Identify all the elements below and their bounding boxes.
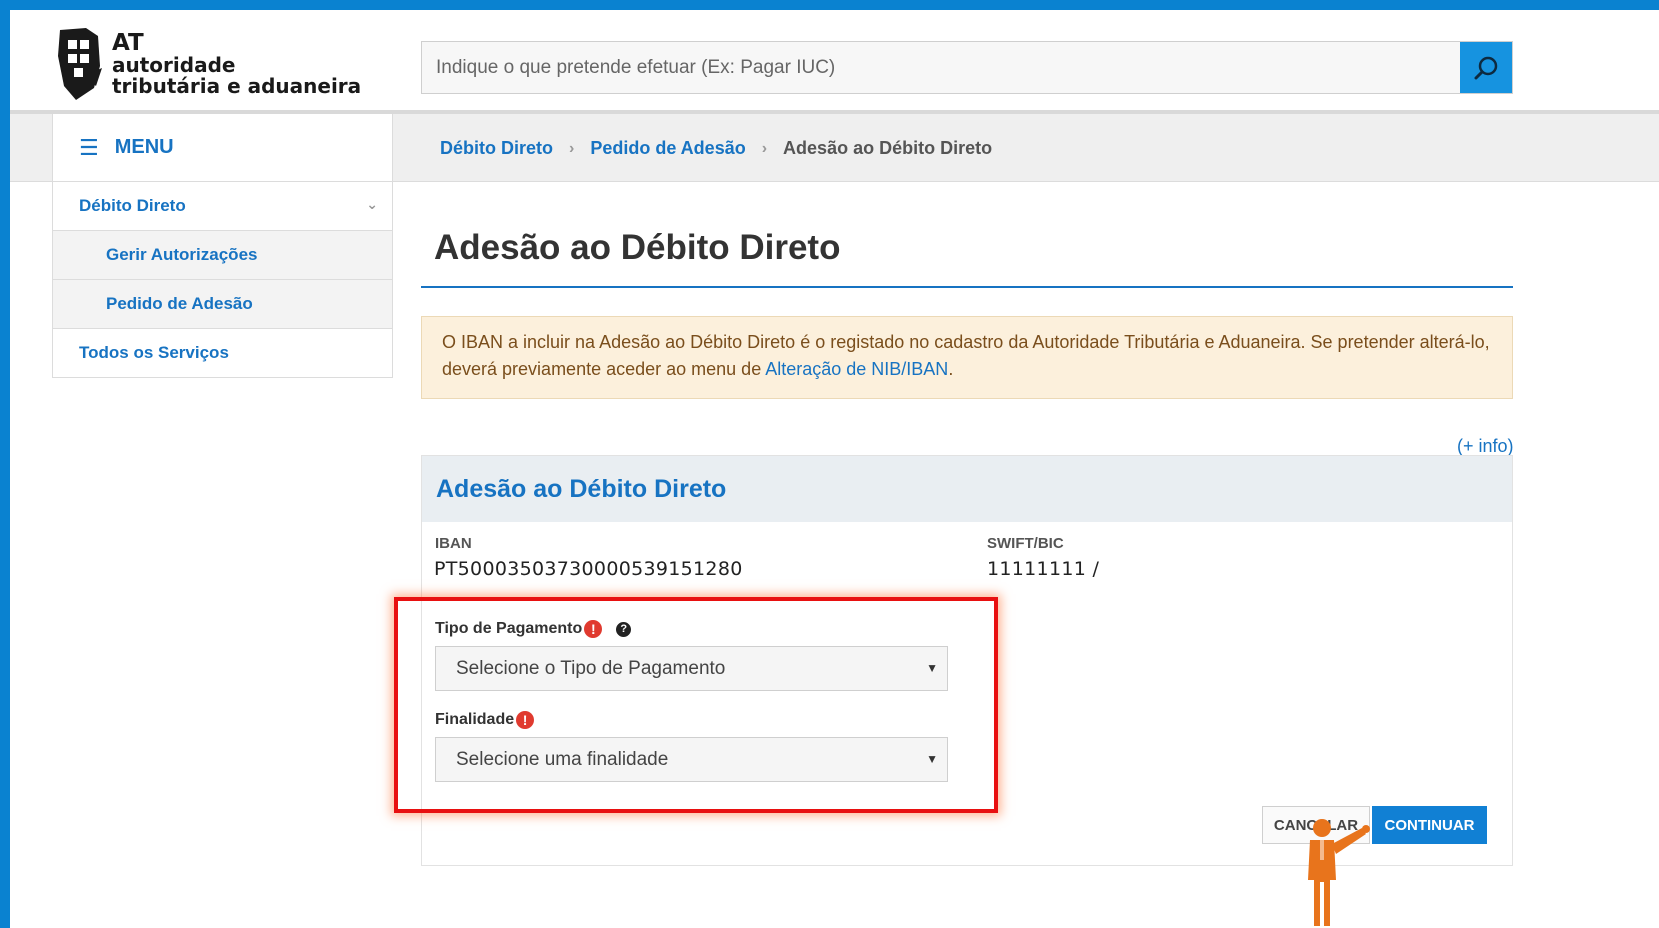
info-alert: O IBAN a incluir na Adesão ao Débito Dir… xyxy=(421,316,1513,399)
annotation-highlight-box xyxy=(394,597,998,813)
breadcrumb-current: Adesão ao Débito Direto xyxy=(783,138,993,158)
iban-value: PT50003503730000539151280 xyxy=(434,558,743,580)
breadcrumb-item[interactable]: Pedido de Adesão xyxy=(590,138,745,159)
panel-title: Adesão ao Débito Direto xyxy=(422,456,1512,522)
sidebar-item-label: Débito Direto xyxy=(79,196,186,215)
logo-line-3: tributária e aduaneira xyxy=(112,74,362,99)
page-title: Adesão ao Débito Direto xyxy=(434,228,841,267)
iban-label: IBAN xyxy=(435,535,472,552)
search-input[interactable] xyxy=(422,42,1460,93)
more-info-link[interactable]: (+ info) xyxy=(1457,436,1514,457)
site-header: AT autoridade tributária e aduaneira xyxy=(10,10,1659,114)
alteracao-iban-link[interactable]: Alteração de NIB/IBAN xyxy=(765,359,948,379)
search-bar xyxy=(421,41,1513,94)
search-icon xyxy=(1474,56,1498,79)
alert-text: O IBAN a incluir na Adesão ao Débito Dir… xyxy=(442,332,1490,379)
breadcrumb: Débito Direto › Pedido de Adesão › Adesã… xyxy=(440,138,992,159)
sidebar-item-label: Gerir Autorizações xyxy=(106,245,258,264)
sidebar-item-pedido-adesao[interactable]: Pedido de Adesão xyxy=(53,279,392,328)
page-frame: AT autoridade tributária e aduaneira ☰ M… xyxy=(10,10,1659,928)
swift-label: SWIFT/BIC xyxy=(987,535,1064,552)
breadcrumb-item[interactable]: Débito Direto xyxy=(440,138,553,159)
search-button[interactable] xyxy=(1460,42,1512,93)
hamburger-icon: ☰ xyxy=(79,134,99,160)
sidebar-item-label: Todos os Serviços xyxy=(79,343,229,362)
logo-text: AT autoridade tributária e aduaneira xyxy=(112,31,361,97)
swift-value: 11111111 / xyxy=(987,558,1100,580)
logo-line-1: AT xyxy=(112,29,144,56)
chevron-right-icon: › xyxy=(569,139,575,157)
menu-label: MENU xyxy=(114,136,174,158)
sidebar-item-gerir-autorizacoes[interactable]: Gerir Autorizações xyxy=(53,230,392,279)
chevron-down-icon: ⌄ xyxy=(366,196,378,212)
sidebar-item-todos-servicos[interactable]: Todos os Serviços xyxy=(53,328,392,377)
title-underline xyxy=(421,286,1513,288)
sidebar-item-debito-direto[interactable]: Débito Direto ⌄ xyxy=(53,182,392,230)
logo-line-2: autoridade xyxy=(112,53,236,78)
sidebar-item-label: Pedido de Adesão xyxy=(106,294,253,313)
coat-of-arms-icon xyxy=(58,28,102,100)
chevron-right-icon: › xyxy=(761,139,768,157)
alert-suffix: . xyxy=(948,359,954,379)
pointing-figure-icon xyxy=(1308,819,1370,926)
menu-toggle[interactable]: ☰ MENU xyxy=(52,114,393,182)
sidebar: Débito Direto ⌄ Gerir Autorizações Pedid… xyxy=(52,182,393,378)
at-logo[interactable]: AT autoridade tributária e aduaneira xyxy=(54,26,361,102)
